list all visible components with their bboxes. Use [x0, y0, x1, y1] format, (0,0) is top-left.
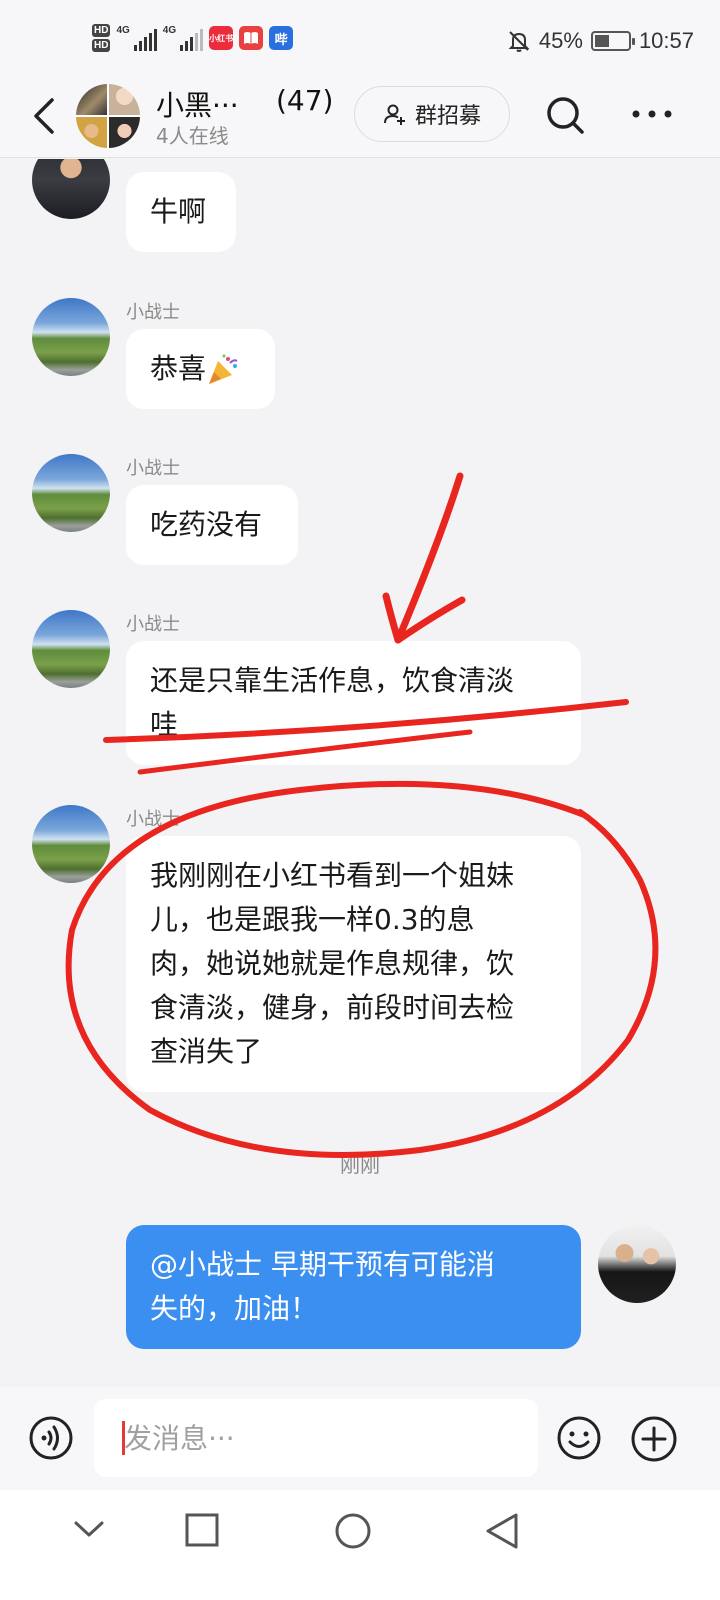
sender-avatar[interactable] [32, 610, 110, 688]
sender-name: 小战士 [126, 302, 180, 323]
signal-icon-2: 4G [162, 25, 204, 51]
message-text: 牛啊 [150, 195, 207, 228]
message-line: 儿，也是跟我一样0.3的息 [150, 903, 475, 936]
message-line: 哇 [150, 708, 179, 741]
book-icon [239, 26, 264, 50]
nav-home-icon[interactable] [334, 1512, 372, 1550]
group-title[interactable]: 小黑··· [156, 84, 239, 124]
voice-input-icon[interactable] [28, 1415, 74, 1461]
sender-avatar[interactable] [32, 298, 110, 376]
chevron-left-icon [34, 98, 54, 134]
message-list[interactable]: 牛啊 小战士 恭喜 小战士 吃药没有 小战士 还是只靠生活作息，饮食清淡 哇 小… [0, 159, 720, 1387]
group-avatar[interactable] [76, 84, 140, 148]
battery-icon [590, 31, 635, 51]
status-right: 45% 10:57 [507, 28, 694, 54]
message-text: 恭喜 [150, 352, 207, 385]
back-button[interactable] [28, 96, 64, 136]
message-bubble[interactable]: 我刚刚在小红书看到一个姐妹 儿，也是跟我一样0.3的息 肉，她说她就是作息规律，… [126, 836, 581, 1092]
plus-icon[interactable] [630, 1415, 678, 1463]
message-bubble[interactable]: 恭喜 [126, 329, 275, 409]
more-icon[interactable] [630, 104, 674, 124]
sender-name: 小战士 [126, 458, 180, 479]
text-cursor [122, 1421, 125, 1455]
message-bubble[interactable]: 还是只靠生活作息，饮食清淡 哇 [126, 641, 581, 765]
message-line: @小战士 早期干预有可能消 [150, 1248, 495, 1281]
message-line: 食清淡，健身，前段时间去检 [150, 991, 515, 1024]
chat-header: 小黑··· (47) 4人在线 群招募 [0, 84, 720, 158]
sender-avatar[interactable] [32, 159, 110, 219]
hd-indicator: HD HD [92, 24, 111, 52]
message-line: 失的，加油！ [150, 1292, 319, 1325]
xiaohongshu-app-icon: 小红书 [209, 26, 234, 50]
sender-name: 小战士 [126, 809, 180, 830]
message-input[interactable] [94, 1399, 538, 1477]
status-bar: HD HD 4G 4G 小红书 哔 45% 10:57 [0, 0, 720, 84]
signal-icon-1: 4G [116, 25, 157, 51]
my-message-bubble[interactable]: @小战士 早期干预有可能消 失的，加油！ [126, 1225, 581, 1349]
message-text: 吃药没有 [150, 508, 263, 541]
message-line: 还是只靠生活作息，饮食清淡 [150, 664, 515, 697]
sender-name: 小战士 [126, 614, 180, 635]
message-bubble[interactable]: 吃药没有 [126, 485, 298, 565]
recruit-button[interactable]: 群招募 [354, 86, 510, 142]
nav-back-icon[interactable] [484, 1512, 520, 1550]
member-count: (47) [276, 84, 334, 117]
system-navigation-bar [0, 1490, 720, 1600]
battery-percent: 45% [538, 28, 583, 53]
recruit-label: 群招募 [414, 104, 481, 129]
emoji-icon[interactable] [556, 1415, 602, 1461]
party-popper-icon [209, 354, 238, 384]
message-line: 查消失了 [150, 1035, 263, 1068]
message-timestamp: 刚刚 [340, 1153, 380, 1177]
mute-bell-icon [508, 31, 530, 52]
sender-avatar[interactable] [32, 454, 110, 532]
online-count: 4人在线 [156, 124, 229, 148]
message-line: 肉，她说她就是作息规律，饮 [150, 947, 515, 980]
message-line: 我刚刚在小红书看到一个姐妹 [150, 859, 515, 892]
status-left: HD HD 4G 4G 小红书 哔 [92, 24, 294, 52]
nav-recents-icon[interactable] [184, 1512, 220, 1548]
app-icon-3: 哔 [269, 26, 294, 50]
composer [0, 1387, 720, 1490]
search-icon[interactable] [544, 94, 586, 136]
hd-label-2: HD [92, 39, 111, 52]
my-avatar[interactable] [598, 1225, 676, 1303]
sender-avatar[interactable] [32, 805, 110, 883]
hd-label-1: HD [92, 24, 111, 37]
add-person-icon [383, 104, 405, 125]
network-label-1: 4G [116, 25, 130, 36]
clock: 10:57 [638, 28, 694, 53]
message-bubble[interactable]: 牛啊 [126, 172, 236, 252]
nav-hide-keyboard-icon[interactable] [72, 1512, 106, 1546]
network-label-2: 4G [162, 25, 177, 36]
